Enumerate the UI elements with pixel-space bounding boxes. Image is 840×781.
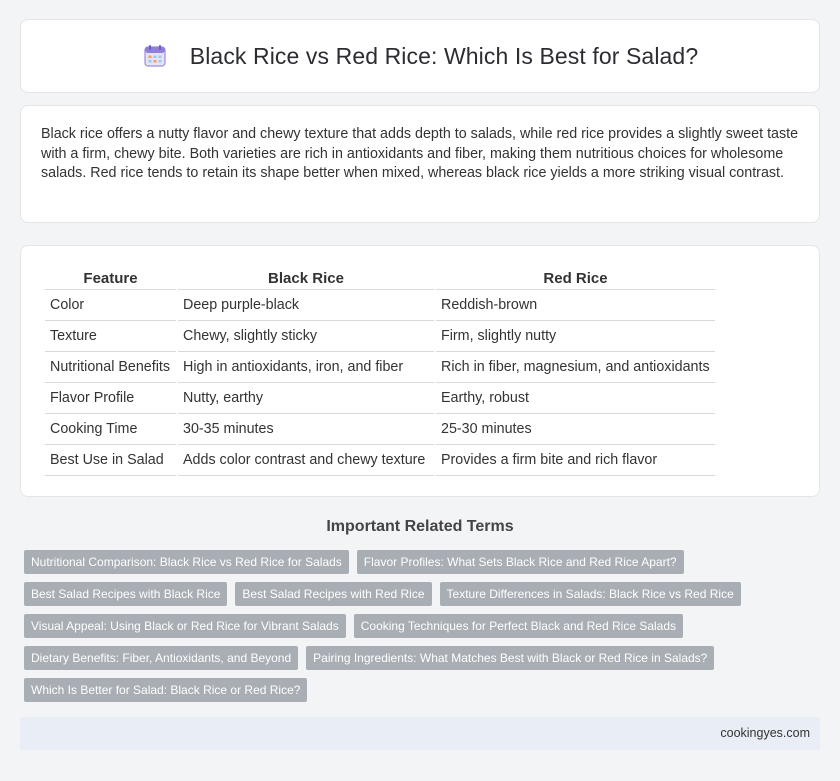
table-row: Texture Chewy, slightly sticky Firm, sli…	[45, 321, 715, 352]
related-tag[interactable]: Pairing Ingredients: What Matches Best w…	[306, 646, 715, 670]
related-tag[interactable]: Best Salad Recipes with Black Rice	[24, 582, 228, 606]
table-row: Cooking Time 30-35 minutes 25-30 minutes	[45, 414, 715, 445]
footer: cookingyes.com	[20, 717, 820, 750]
red-rice-cell: Rich in fiber, magnesium, and antioxidan…	[436, 352, 715, 383]
table-row: Flavor Profile Nutty, earthy Earthy, rob…	[45, 383, 715, 414]
header-card: Black Rice vs Red Rice: Which Is Best fo…	[20, 19, 820, 93]
intro-paragraph: Black rice offers a nutty flavor and che…	[41, 126, 799, 181]
related-tag[interactable]: Flavor Profiles: What Sets Black Rice an…	[356, 550, 684, 574]
table-row: Nutritional Benefits High in antioxidant…	[45, 352, 715, 383]
table-header-row: Feature Black Rice Red Rice	[45, 266, 715, 290]
tag-row: Nutritional Comparison: Black Rice vs Re…	[24, 550, 824, 574]
title-wrap: Black Rice vs Red Rice: Which Is Best fo…	[142, 43, 698, 70]
feature-cell: Cooking Time	[45, 414, 176, 445]
comparison-table: Feature Black Rice Red Rice Color Deep p…	[43, 266, 717, 476]
tag-row: Visual Appeal: Using Black or Red Rice f…	[24, 614, 824, 638]
related-tag[interactable]: Nutritional Comparison: Black Rice vs Re…	[24, 550, 349, 574]
tag-row: Which Is Better for Salad: Black Rice or…	[24, 678, 824, 702]
table-row: Best Use in Salad Adds color contrast an…	[45, 445, 715, 476]
red-rice-cell: Earthy, robust	[436, 383, 715, 414]
related-terms-title: Important Related Terms	[326, 518, 514, 535]
footer-site-link[interactable]: cookingyes.com	[720, 726, 810, 740]
black-rice-cell: Nutty, earthy	[178, 383, 434, 414]
tag-row: Dietary Benefits: Fiber, Antioxidants, a…	[24, 646, 824, 670]
related-tag[interactable]: Texture Differences in Salads: Black Ric…	[439, 582, 741, 606]
black-rice-cell: High in antioxidants, iron, and fiber	[178, 352, 434, 383]
feature-cell: Flavor Profile	[45, 383, 176, 414]
related-tag[interactable]: Visual Appeal: Using Black or Red Rice f…	[24, 614, 346, 638]
header-black-rice: Black Rice	[178, 266, 434, 290]
feature-cell: Nutritional Benefits	[45, 352, 176, 383]
feature-cell: Best Use in Salad	[45, 445, 176, 476]
red-rice-cell: Provides a firm bite and rich flavor	[436, 445, 715, 476]
header-feature: Feature	[45, 266, 176, 290]
red-rice-cell: Firm, slightly nutty	[436, 321, 715, 352]
black-rice-cell: Deep purple-black	[178, 290, 434, 321]
related-tag[interactable]: Best Salad Recipes with Red Rice	[235, 582, 432, 606]
tag-row: Best Salad Recipes with Black Rice Best …	[24, 582, 824, 606]
black-rice-cell: Adds color contrast and chewy texture	[178, 445, 434, 476]
calendar-icon	[142, 43, 168, 69]
header-red-rice: Red Rice	[436, 266, 715, 290]
related-tag[interactable]: Dietary Benefits: Fiber, Antioxidants, a…	[24, 646, 299, 670]
feature-cell: Texture	[45, 321, 176, 352]
black-rice-cell: 30-35 minutes	[178, 414, 434, 445]
intro-card: Black rice offers a nutty flavor and che…	[20, 105, 820, 223]
feature-cell: Color	[45, 290, 176, 321]
black-rice-cell: Chewy, slightly sticky	[178, 321, 434, 352]
related-tags: Nutritional Comparison: Black Rice vs Re…	[24, 550, 824, 710]
related-tag[interactable]: Which Is Better for Salad: Black Rice or…	[24, 678, 308, 702]
red-rice-cell: Reddish-brown	[436, 290, 715, 321]
comparison-table-card: Feature Black Rice Red Rice Color Deep p…	[20, 245, 820, 497]
red-rice-cell: 25-30 minutes	[436, 414, 715, 445]
page-title: Black Rice vs Red Rice: Which Is Best fo…	[189, 42, 699, 69]
related-tag[interactable]: Cooking Techniques for Perfect Black and…	[353, 614, 684, 638]
table-row: Color Deep purple-black Reddish-brown	[45, 290, 715, 321]
